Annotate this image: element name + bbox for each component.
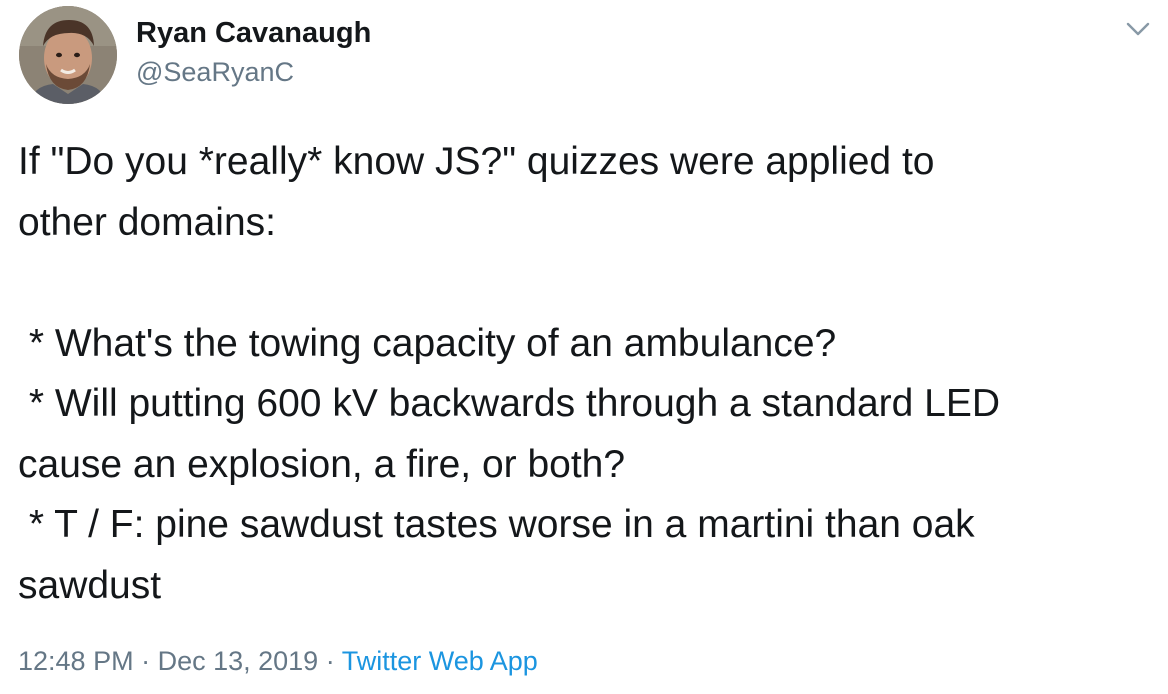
tweet-text-line: * T / F: pine sawdust tastes worse in a … xyxy=(18,503,975,546)
avatar-photo-icon xyxy=(19,6,117,104)
tweet-date[interactable]: Dec 13, 2019 xyxy=(158,646,319,676)
tweet-text-line: other domains: xyxy=(18,200,276,244)
chevron-down-icon[interactable] xyxy=(1124,18,1152,40)
author-display-name[interactable]: Ryan Cavanaugh xyxy=(136,16,371,50)
tweet-text-line: * Will putting 600 kV backwards through … xyxy=(18,382,1001,425)
tweet-text-line xyxy=(18,253,1158,314)
avatar[interactable] xyxy=(19,6,117,104)
tweet-time[interactable]: 12:48 PM xyxy=(18,646,134,676)
tweet-metadata: 12:48 PM · Dec 13, 2019 · Twitter Web Ap… xyxy=(18,644,538,678)
tweet-text-line: cause an explosion, a fire, or both? xyxy=(18,442,626,486)
meta-separator: · xyxy=(133,646,158,676)
tweet-text: If "Do you *really* know JS?" quizzes we… xyxy=(18,132,1158,616)
meta-separator: · xyxy=(318,646,342,676)
author-handle[interactable]: @SeaRyanC xyxy=(136,56,294,88)
tweet-text-line: sawdust xyxy=(18,563,162,607)
tweet-text-line: * What's the towing capacity of an ambul… xyxy=(18,321,837,365)
tweet-source-link[interactable]: Twitter Web App xyxy=(342,646,538,676)
tweet-text-line: If "Do you *really* know JS?" quizzes we… xyxy=(18,140,935,183)
tweet: Ryan Cavanaugh @SeaRyanC If "Do you *rea… xyxy=(0,0,1168,694)
